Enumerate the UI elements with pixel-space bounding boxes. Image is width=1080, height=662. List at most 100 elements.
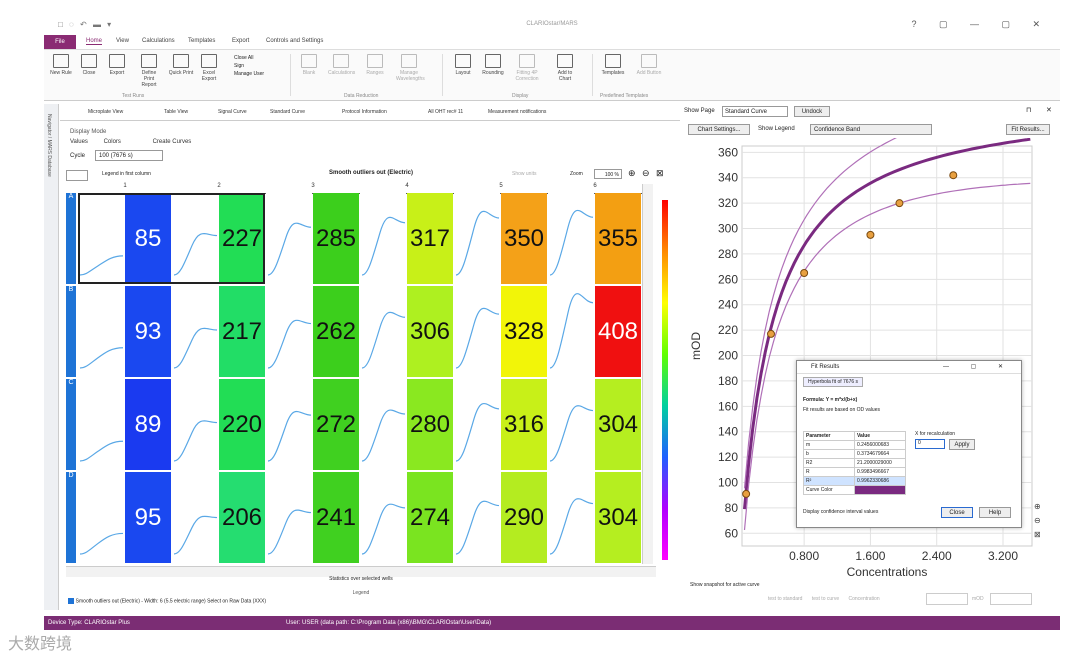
zoom-out-icon[interactable]: ⊖ (642, 168, 650, 179)
export-button[interactable]: Export (104, 54, 130, 76)
fit-tab[interactable]: Hyperbola fit of 7676 s (803, 377, 864, 387)
tab-measurement-notifications[interactable]: Measurement notifications (488, 109, 546, 115)
blank-button[interactable]: Blank (296, 54, 322, 76)
layout-button[interactable]: Layout (450, 54, 476, 76)
well-curve[interactable] (172, 472, 218, 563)
tab-templates[interactable]: Templates (188, 38, 215, 44)
tab-view[interactable]: View (116, 38, 129, 44)
well-value[interactable]: 93 (125, 286, 171, 377)
show-page-select[interactable]: Standard Curve (722, 106, 788, 117)
well-curve[interactable] (454, 472, 500, 563)
fitting-correction-button[interactable]: Fitting 4P Correction (514, 54, 540, 82)
well-value[interactable]: 89 (125, 379, 171, 470)
navigator-strip[interactable]: Navigator / MARS Database (44, 104, 59, 610)
pin-icon[interactable]: ⊓ (1026, 106, 1031, 114)
well-curve[interactable] (548, 472, 594, 563)
add-button[interactable]: Add Button (636, 54, 662, 76)
well-curve[interactable] (548, 193, 594, 284)
well-value[interactable]: 274 (407, 472, 453, 563)
well-value[interactable]: 285 (313, 193, 359, 284)
dialog-window-controls[interactable]: — ▢ ✕ (943, 361, 1013, 373)
show-snapshot-checkbox[interactable]: Show snapshot for active curve (690, 582, 759, 588)
well-curve[interactable] (172, 379, 218, 470)
well-value[interactable]: 355 (595, 193, 641, 284)
well-curve[interactable] (454, 193, 500, 284)
show-units-checkbox[interactable]: Show units (512, 171, 536, 177)
show-legend-checkbox[interactable]: Show Legend (758, 126, 795, 132)
well-curve[interactable] (454, 379, 500, 470)
well-curve[interactable] (78, 379, 124, 470)
reset-zoom-icon[interactable]: ⊠ (1034, 528, 1041, 542)
confidence-interval-checkbox[interactable]: Display confidence interval values (803, 509, 878, 515)
manage-wavelengths-button[interactable]: Manage Wavelengths (396, 54, 425, 82)
create-curves-option[interactable]: Create Curves (153, 139, 192, 145)
well-value[interactable]: 272 (313, 379, 359, 470)
well-curve[interactable] (78, 286, 124, 377)
well-curve[interactable] (266, 379, 312, 470)
ranges-button[interactable]: Ranges (362, 54, 388, 76)
tab-protocol-information[interactable]: Protocol Information (342, 109, 387, 115)
help-button[interactable]: Help (979, 507, 1011, 518)
tab-home[interactable]: Home (86, 38, 103, 45)
well-value[interactable]: 280 (407, 379, 453, 470)
tab-signal-curve[interactable]: Signal Curve (218, 109, 247, 115)
concentration-input[interactable] (926, 593, 968, 605)
zoom-in-icon[interactable]: ⊕ (628, 168, 636, 179)
mod-input[interactable] (990, 593, 1032, 605)
well-value[interactable]: 408 (595, 286, 641, 377)
tab-export[interactable]: Export (232, 38, 249, 44)
chart-settings-button[interactable]: Chart Settings... (688, 124, 750, 135)
well-value[interactable]: 241 (313, 472, 359, 563)
tab-all-oht[interactable]: All OHT rec# 11 (428, 109, 463, 115)
well-value[interactable]: 220 (219, 379, 265, 470)
tab-table-view[interactable]: Table View (164, 109, 188, 115)
well-curve[interactable] (266, 193, 312, 284)
excel-export-button[interactable]: Excel Export (196, 54, 222, 82)
close-dialog-button[interactable]: Close (941, 507, 973, 518)
well-curve[interactable] (360, 286, 406, 377)
rounding-button[interactable]: Rounding (480, 54, 506, 76)
well-value[interactable]: 290 (501, 472, 547, 563)
band-select[interactable]: Confidence Band (810, 124, 932, 135)
well-curve[interactable] (78, 472, 124, 563)
close-button[interactable]: Close (76, 54, 102, 76)
tab-controls-settings[interactable]: Controls and Settings (266, 38, 323, 44)
well-value[interactable]: 328 (501, 286, 547, 377)
file-menu[interactable]: File (44, 35, 76, 49)
fit-results-button[interactable]: Fit Results... (1006, 124, 1050, 135)
quick-print-button[interactable]: Quick Print (168, 54, 194, 76)
well-value[interactable]: 306 (407, 286, 453, 377)
well-curve[interactable] (172, 286, 218, 377)
well-value[interactable]: 304 (595, 472, 641, 563)
new-rule-button[interactable]: New Rule (48, 54, 74, 76)
zoom-in-icon[interactable]: ⊕ (1034, 500, 1041, 514)
vertical-scrollbar[interactable] (642, 184, 653, 564)
zoom-out-icon[interactable]: ⊖ (1034, 514, 1041, 528)
test-to-curve-radio[interactable]: test to curve (812, 596, 839, 602)
row-header[interactable]: A (66, 193, 76, 284)
colors-option[interactable]: Colors (104, 139, 121, 145)
cycle-select[interactable]: 100 (7676 s) (95, 150, 163, 161)
row-header[interactable]: C (66, 379, 76, 470)
undock-button[interactable]: Undock (794, 106, 830, 117)
well-value[interactable]: 217 (219, 286, 265, 377)
calculations-button[interactable]: Calculations (328, 54, 355, 76)
reset-zoom-icon[interactable]: ⊠ (656, 168, 664, 179)
apply-button[interactable]: Apply (949, 439, 975, 450)
well-curve[interactable] (360, 379, 406, 470)
row-header[interactable]: B (66, 286, 76, 377)
test-to-standard-radio[interactable]: test to standard (768, 596, 802, 602)
row-header[interactable]: D (66, 472, 76, 563)
well-curve[interactable] (548, 379, 594, 470)
window-controls[interactable]: ? ▢ — ▢ ✕ (911, 19, 1050, 30)
well-curve[interactable] (454, 286, 500, 377)
well-curve[interactable] (360, 472, 406, 563)
tab-microplate-view[interactable]: Microplate View (88, 109, 123, 115)
well-value[interactable]: 95 (125, 472, 171, 563)
tab-standard-curve[interactable]: Standard Curve (270, 109, 305, 115)
well-curve[interactable] (360, 193, 406, 284)
sign-item[interactable]: Sign (234, 62, 264, 70)
tab-calculations[interactable]: Calculations (142, 38, 175, 44)
templates-button[interactable]: Templates (600, 54, 626, 76)
well-value[interactable]: 304 (595, 379, 641, 470)
